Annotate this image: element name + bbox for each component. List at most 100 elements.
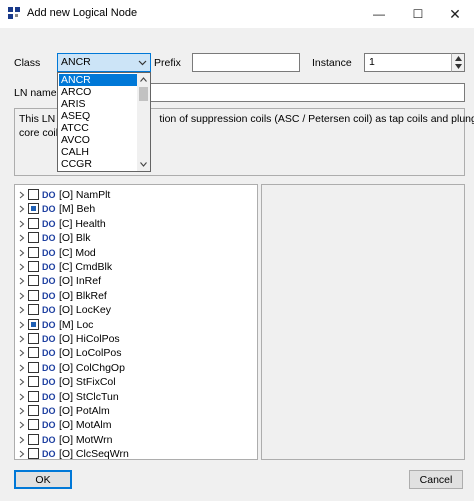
tree-item-label: [O] InRef [59,275,102,288]
chevron-right-icon[interactable] [18,320,26,330]
tree-checkbox[interactable] [28,304,39,316]
tree-row[interactable]: DO [O] LoColPos [15,346,255,360]
scroll-down-icon[interactable] [140,162,147,167]
tree-checkbox[interactable] [28,289,39,301]
tree-checkbox[interactable] [28,217,39,229]
tree-row[interactable]: DO [M] Beh [15,202,255,216]
tree-checkbox[interactable] [28,361,39,373]
minimize-button[interactable]: — [360,0,398,28]
ok-button[interactable]: OK [14,470,72,489]
tree-row[interactable]: DO [M] Loc [15,318,255,332]
chevron-right-icon[interactable] [18,204,26,214]
do-tag: DO [42,190,56,200]
spin-up-icon[interactable] [455,56,462,61]
tree-row[interactable]: DO [O] HiColPos [15,332,255,346]
tree-checkbox[interactable] [28,333,39,344]
chevron-right-icon[interactable] [18,233,26,243]
tree-checkbox[interactable] [28,261,39,272]
tree-row[interactable]: DO [O] BlkRef [15,289,255,303]
chevron-right-icon[interactable] [18,305,26,315]
dropdown-option[interactable]: CALH [59,146,137,158]
instance-input[interactable]: 1 [364,53,452,72]
title-bar: Add new Logical Node — ☐ ✕ [0,0,474,28]
class-dropdown-list[interactable]: ANCR ARCO ARIS ASEQ ATCC AVCO CALH CCGR [57,72,151,172]
do-tag: DO [42,420,56,431]
prefix-label: Prefix [154,57,181,69]
tree-item-label: [O] Blk [59,232,91,245]
chevron-right-icon[interactable] [18,190,26,200]
chevron-right-icon[interactable] [18,435,26,445]
tree-row[interactable]: DO [O] StClcTun [15,390,255,404]
tree-row[interactable]: DO [O] ClcSeqWrn [15,447,255,460]
tree-checkbox[interactable] [28,390,39,402]
scroll-up-icon[interactable] [140,77,147,82]
app-icon [7,6,21,20]
tree-checkbox[interactable] [28,318,39,330]
chevron-right-icon[interactable] [18,363,26,373]
do-tag: DO [42,348,56,359]
tree-item-label: [C] CmdBlk [59,261,113,273]
tree-row[interactable]: DO [O] StFixCol [15,375,255,389]
tree-checkbox[interactable] [28,376,39,388]
dropdown-option[interactable]: AVCO [59,134,137,146]
chevron-right-icon[interactable] [18,262,26,272]
tree-row[interactable]: DO [O] Blk [15,231,255,245]
chevron-right-icon[interactable] [18,449,26,459]
tree-row[interactable]: DO [O] PotAlm [15,404,255,418]
close-button[interactable]: ✕ [436,0,474,28]
tree-row[interactable]: DO [O] ColChgOp [15,361,255,375]
data-object-tree[interactable]: DO [O] NamPlt DO [M] Beh DO [C] Health DO [O] B… [14,184,258,460]
tree-checkbox[interactable] [28,203,39,215]
tree-row[interactable]: DO [C] Mod [15,246,255,260]
cancel-button[interactable]: Cancel [409,470,463,489]
tree-checkbox[interactable] [28,405,39,416]
do-tag: DO [42,334,56,344]
chevron-right-icon[interactable] [18,392,26,402]
dropdown-option[interactable]: CCGR [59,158,137,170]
dropdown-option[interactable]: ASEQ [59,110,137,122]
tree-row[interactable]: DO [O] LocKey [15,303,255,317]
chevron-right-icon[interactable] [18,291,26,301]
tree-item-label: [O] StFixCol [59,376,116,389]
tree-row[interactable]: DO [O] InRef [15,274,255,288]
dialog-body: Class ANCR Prefix Instance 1 LN name Thi… [0,28,474,501]
dropdown-scrollbar[interactable] [137,73,150,171]
instance-spinner[interactable] [451,53,465,72]
tree-row[interactable]: DO [O] NamPlt [15,188,255,202]
tree-item-label: [O] ClcSeqWrn [59,448,129,460]
tree-row[interactable]: DO [O] MotWrn [15,433,255,447]
do-tag: DO [42,290,56,301]
chevron-right-icon[interactable] [18,406,26,416]
dropdown-option[interactable]: ARCO [59,86,137,98]
class-combobox[interactable]: ANCR [57,53,151,72]
chevron-right-icon[interactable] [18,420,26,430]
details-panel [261,184,465,460]
tree-checkbox[interactable] [28,419,39,431]
chevron-right-icon[interactable] [18,377,26,387]
chevron-right-icon[interactable] [18,334,26,344]
dropdown-option[interactable]: ATCC [59,122,137,134]
tree-checkbox[interactable] [28,448,39,459]
spin-down-icon[interactable] [455,64,462,69]
chevron-right-icon[interactable] [18,248,26,258]
tree-checkbox[interactable] [28,433,39,445]
tree-row[interactable]: DO [C] Health [15,217,255,231]
tree-checkbox[interactable] [28,275,39,287]
tree-row[interactable]: DO [C] CmdBlk [15,260,255,274]
class-label: Class [14,57,41,69]
dropdown-option[interactable]: ANCR [59,74,137,86]
tree-checkbox[interactable] [28,189,39,200]
chevron-right-icon[interactable] [18,348,26,358]
dropdown-scroll-thumb[interactable] [139,87,148,101]
maximize-button[interactable]: ☐ [399,0,437,28]
chevron-right-icon[interactable] [18,219,26,229]
tree-checkbox[interactable] [28,232,39,244]
chevron-right-icon[interactable] [18,276,26,286]
tree-row[interactable]: DO [O] MotAlm [15,418,255,432]
dropdown-option[interactable]: ARIS [59,98,137,110]
prefix-input[interactable] [192,53,300,72]
tree-checkbox[interactable] [28,347,39,359]
tree-checkbox[interactable] [28,246,39,258]
tree-item-label: [M] Loc [59,318,94,331]
do-tag: DO [42,276,56,287]
